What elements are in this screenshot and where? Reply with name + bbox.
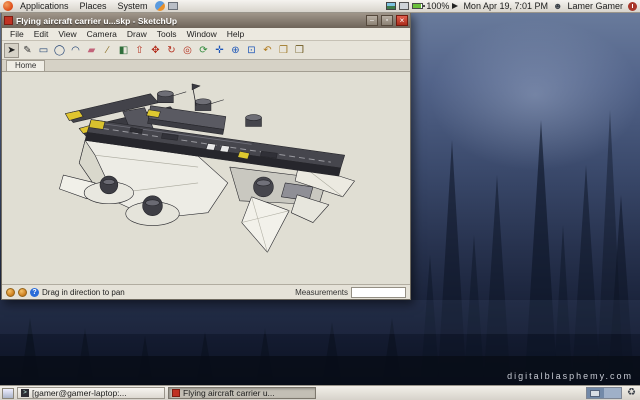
- workspace-switcher: [586, 387, 623, 399]
- orbit-tool-icon[interactable]: ⟳: [196, 43, 211, 58]
- zoom-extents-tool-icon[interactable]: ⊡: [244, 43, 259, 58]
- taskbar-button-terminal[interactable]: > [gamer@gamer-laptop:...: [17, 387, 165, 399]
- menu-places[interactable]: Places: [76, 0, 111, 12]
- arc-tool-icon[interactable]: ◠: [68, 43, 83, 58]
- status-hint: Drag in direction to pan: [42, 287, 125, 297]
- tabstrip: Home: [2, 60, 410, 72]
- top-panel: Applications Places System 100% Mon Apr …: [0, 0, 640, 13]
- battery-icon[interactable]: [412, 3, 426, 9]
- menu-edit[interactable]: Edit: [30, 29, 53, 39]
- menu-window[interactable]: Window: [183, 29, 221, 39]
- rectangle-tool-icon[interactable]: ▭: [36, 43, 51, 58]
- menu-camera[interactable]: Camera: [83, 29, 121, 39]
- offset-tool-icon[interactable]: ◎: [180, 43, 195, 58]
- close-button[interactable]: ×: [396, 15, 408, 26]
- line-tool-icon[interactable]: ✎: [20, 43, 35, 58]
- show-desktop-icon[interactable]: [2, 387, 14, 399]
- sketchup-window: Flying aircraft carrier u...skp - Sketch…: [1, 12, 411, 300]
- zoom-tool-icon[interactable]: ⊕: [228, 43, 243, 58]
- maximize-button[interactable]: ▫: [381, 15, 393, 26]
- battery-percent: 100%: [426, 1, 450, 11]
- push-pull-tool-icon[interactable]: ⇧: [132, 43, 147, 58]
- move-tool-icon[interactable]: ✥: [148, 43, 163, 58]
- titlebar[interactable]: Flying aircraft carrier u...skp - Sketch…: [2, 13, 410, 28]
- wallpaper-credit: digitalblasphemy.com: [507, 371, 633, 381]
- taskbar: > [gamer@gamer-laptop:... Flying aircraf…: [0, 385, 640, 400]
- measurements-label: Measurements: [295, 287, 348, 297]
- menu-system[interactable]: System: [114, 0, 152, 12]
- distro-logo-icon[interactable]: [3, 1, 13, 11]
- terminal-icon: >: [21, 389, 29, 397]
- menu-draw[interactable]: Draw: [123, 29, 151, 39]
- browser-launcher-icon[interactable]: [154, 1, 165, 11]
- volume-icon[interactable]: [452, 3, 459, 9]
- share-model-icon[interactable]: ❒: [292, 43, 307, 58]
- window-icon: [4, 16, 13, 25]
- pan-tool-icon[interactable]: ✛: [212, 43, 227, 58]
- statusbar: ? Drag in direction to pan Measurements: [2, 284, 410, 299]
- get-models-icon[interactable]: ❒: [276, 43, 291, 58]
- power-icon[interactable]: [628, 1, 637, 11]
- eraser-tool-icon[interactable]: ▰: [84, 43, 99, 58]
- sketchup-canvas[interactable]: [2, 72, 410, 284]
- menu-view[interactable]: View: [54, 29, 80, 39]
- menu-file[interactable]: File: [6, 29, 28, 39]
- sketchup-toolbar: ➤ ✎ ▭ ◯ ◠ ▰ ∕ ◧ ⇧ ✥ ↻ ◎ ⟳ ✛ ⊕ ⊡ ↶ ❒ ❒: [2, 41, 410, 60]
- model-flying-aircraft-carrier[interactable]: [2, 72, 410, 284]
- tab-home[interactable]: Home: [6, 60, 46, 71]
- status-indicator-icon-1[interactable]: [6, 287, 15, 297]
- select-tool-icon[interactable]: ➤: [4, 42, 19, 58]
- window-title: Flying aircraft carrier u...skp - Sketch…: [16, 15, 178, 26]
- workspace-2[interactable]: [604, 388, 622, 398]
- menu-help[interactable]: Help: [223, 29, 248, 39]
- screenshot-launcher-icon[interactable]: [167, 2, 178, 10]
- user-icon: ☻: [552, 1, 563, 11]
- help-icon[interactable]: ?: [30, 287, 39, 297]
- measurements-input[interactable]: [351, 286, 406, 298]
- menu-tools[interactable]: Tools: [153, 29, 181, 39]
- rotate-tool-icon[interactable]: ↻: [164, 43, 179, 58]
- undo-view-icon[interactable]: ↶: [260, 43, 275, 58]
- clock[interactable]: Mon Apr 19, 7:01 PM: [461, 1, 550, 11]
- workspace-1[interactable]: [587, 388, 605, 398]
- network-tray-icon[interactable]: [399, 2, 410, 10]
- status-indicator-icon-2[interactable]: [18, 287, 27, 297]
- trash-icon[interactable]: ♻: [625, 387, 638, 399]
- circle-tool-icon[interactable]: ◯: [52, 43, 67, 58]
- menu-applications[interactable]: Applications: [16, 0, 73, 12]
- sketchup-menubar: File Edit View Camera Draw Tools Window …: [2, 28, 410, 41]
- tape-measure-tool-icon[interactable]: ∕: [100, 43, 115, 58]
- taskbar-button-sketchup[interactable]: Flying aircraft carrier u...: [168, 387, 316, 399]
- user-switcher[interactable]: Lamer Gamer: [565, 1, 625, 11]
- minimize-button[interactable]: –: [366, 15, 378, 26]
- paint-bucket-tool-icon[interactable]: ◧: [116, 43, 131, 58]
- desktop[interactable]: digitalblasphemy.com Applications Places…: [0, 0, 640, 400]
- sketchup-icon: [172, 389, 180, 397]
- photo-tray-icon[interactable]: [386, 2, 397, 10]
